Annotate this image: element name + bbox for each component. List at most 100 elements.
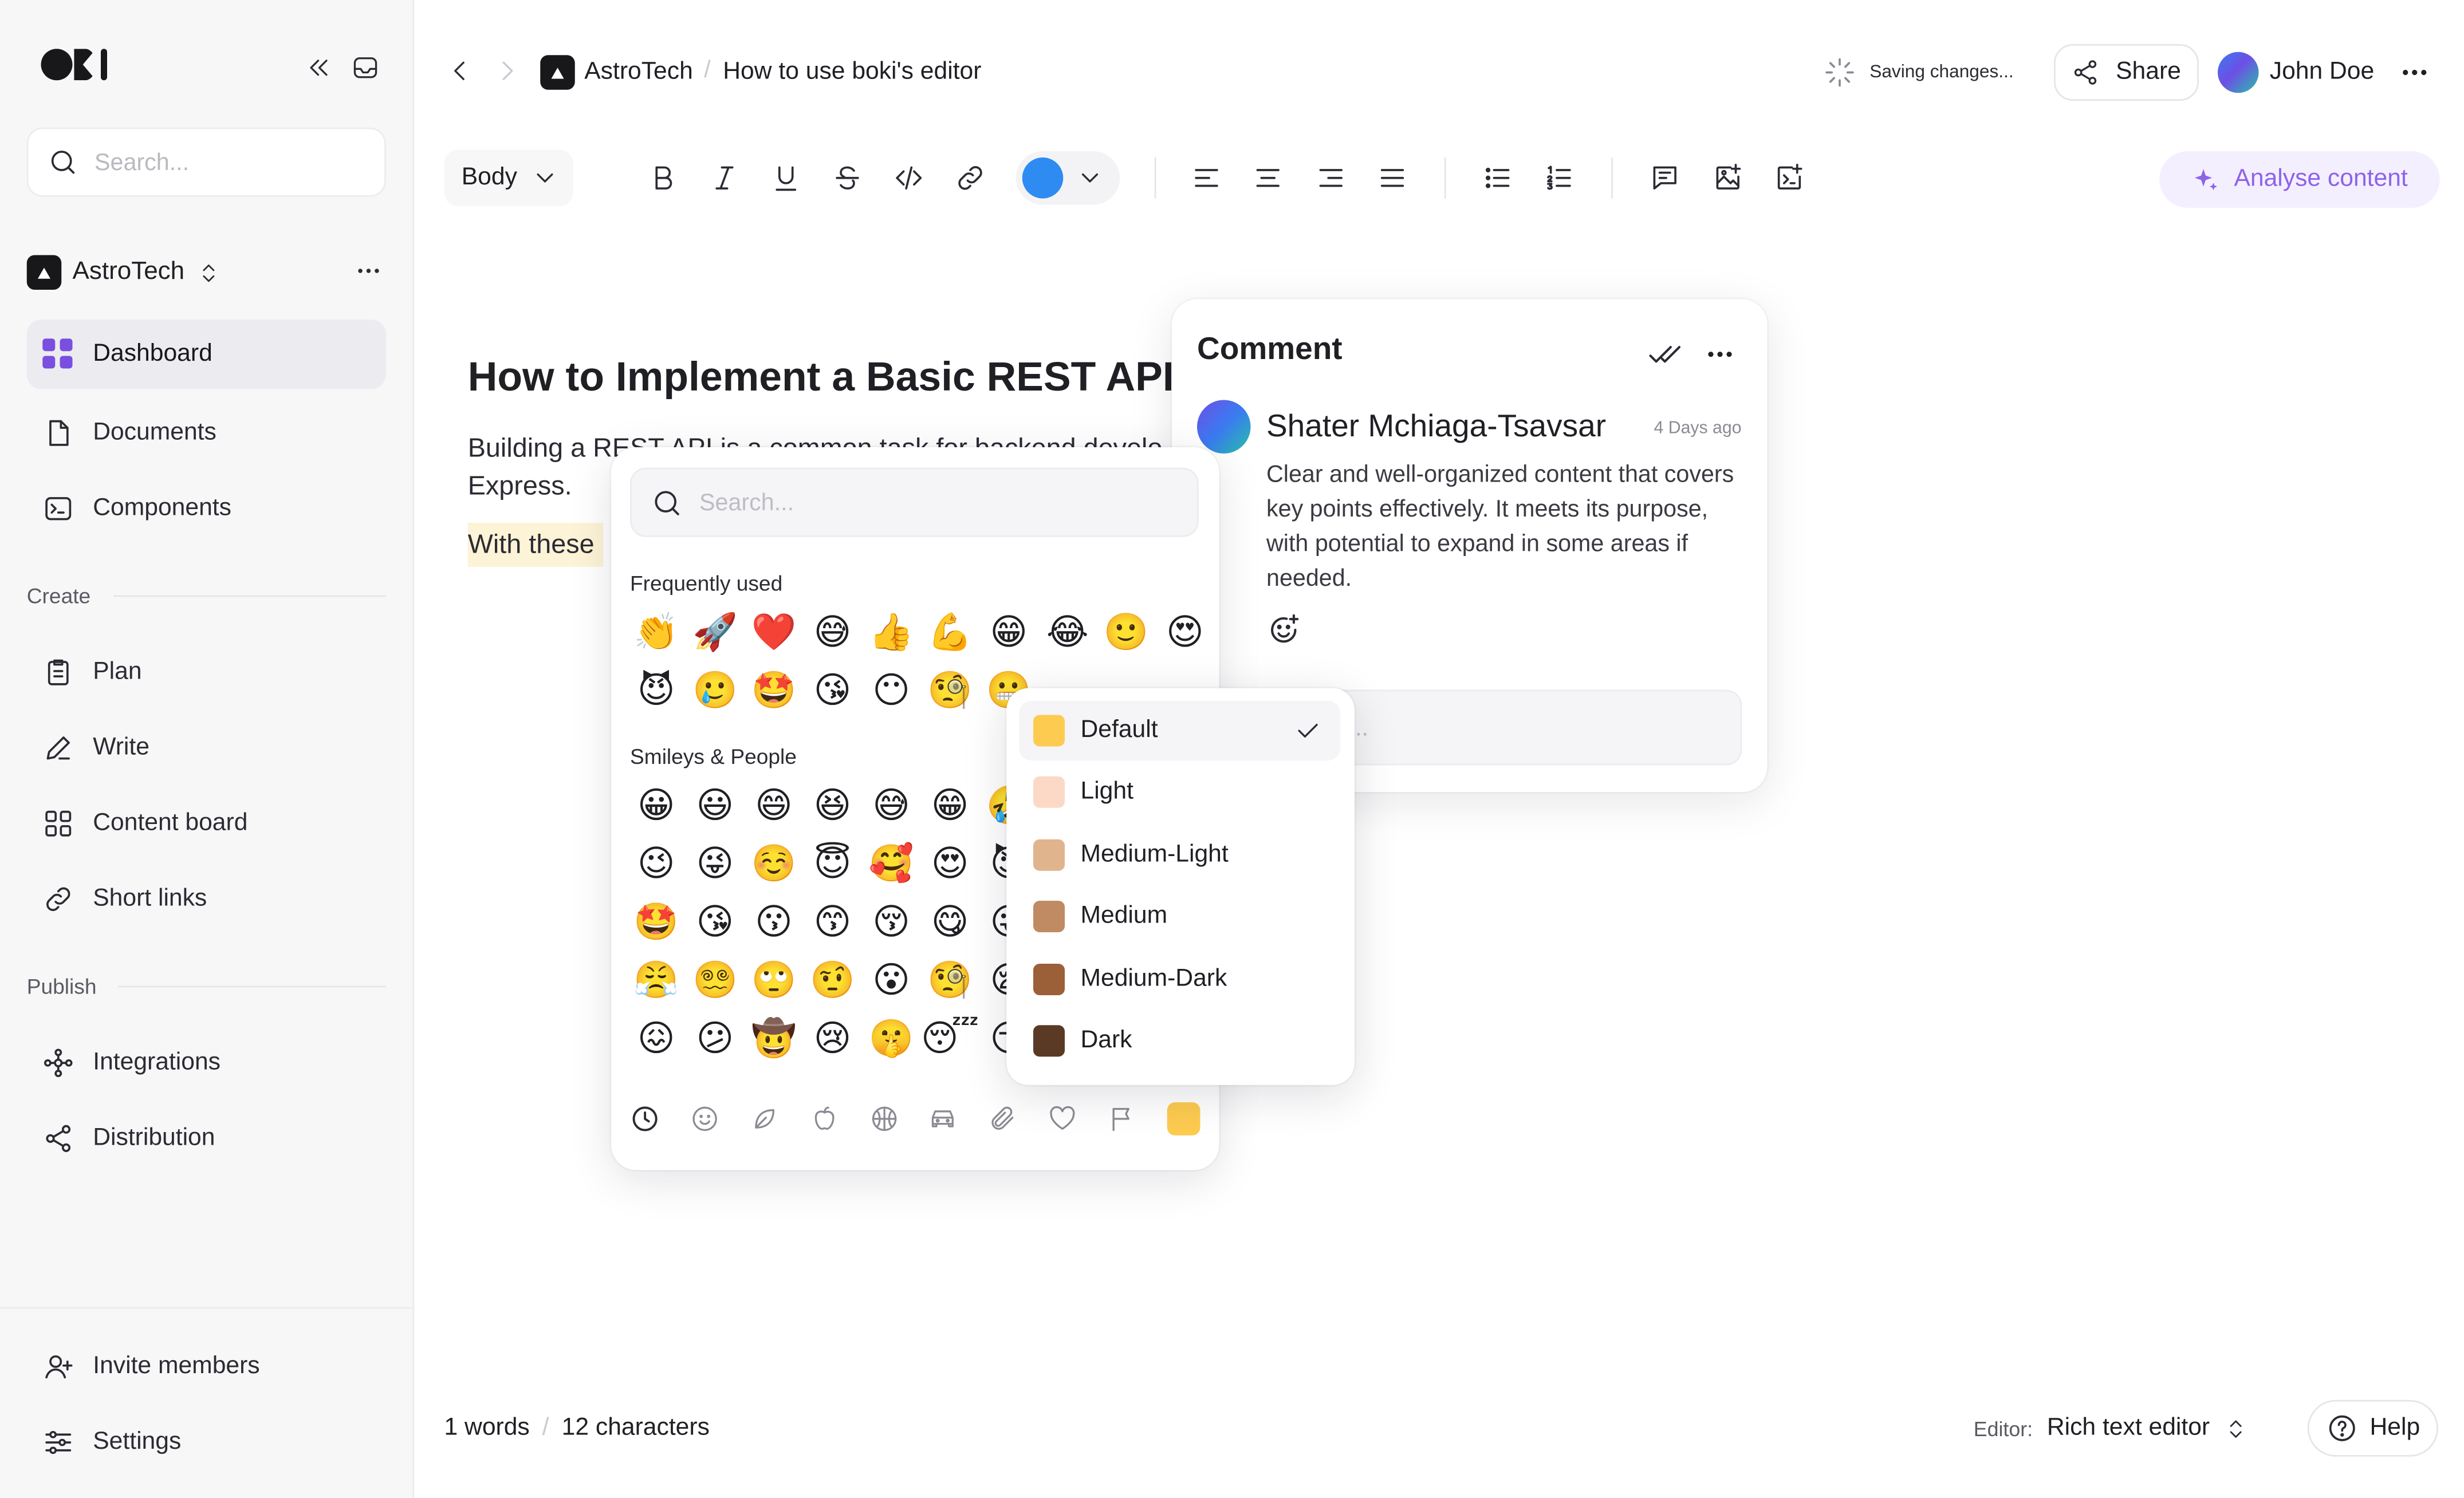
emoji-search[interactable] <box>630 467 1199 537</box>
emoji-button[interactable]: 😶 <box>862 661 921 720</box>
sidebar-item-invite-members[interactable]: Invite members <box>27 1333 386 1402</box>
emoji-button[interactable]: 😮 <box>862 951 921 1010</box>
emoji-button[interactable]: 😴 <box>920 1010 979 1068</box>
sidebar-item-settings[interactable]: Settings <box>27 1408 386 1477</box>
emoji-button[interactable]: 😍 <box>1156 603 1215 661</box>
emoji-button[interactable]: 😋 <box>920 893 979 951</box>
emoji-button[interactable]: 👏 <box>627 603 686 661</box>
emoji-button[interactable]: 😚 <box>862 893 921 951</box>
skin-tone-option[interactable]: Medium-Dark <box>1019 949 1340 1009</box>
italic-icon[interactable] <box>709 162 741 194</box>
emoji-button[interactable]: 😀 <box>627 776 686 835</box>
skin-tone-option[interactable]: Default <box>1019 700 1341 761</box>
emoji-search-input[interactable] <box>699 488 1140 516</box>
align-justify-icon[interactable] <box>1377 162 1408 194</box>
workspace-switcher[interactable]: AstroTech <box>26 252 386 293</box>
ball-icon[interactable] <box>869 1104 899 1134</box>
emoji-button[interactable]: 😙 <box>803 893 862 951</box>
emoji-button[interactable]: 😕 <box>686 1010 745 1068</box>
analyse-content-button[interactable]: Analyse content <box>2159 151 2440 208</box>
comment-icon[interactable] <box>1649 162 1680 194</box>
more-icon[interactable] <box>1705 338 1736 370</box>
sidebar-item-integrations[interactable]: Integrations <box>27 1028 386 1098</box>
car-icon[interactable] <box>928 1104 958 1134</box>
paperclip-icon[interactable] <box>988 1104 1018 1134</box>
emoji-button[interactable]: 🤩 <box>627 893 686 951</box>
help-button[interactable]: Help <box>2307 1400 2438 1457</box>
boki-logo[interactable] <box>41 49 107 81</box>
emoji-button[interactable]: 😢 <box>803 1010 862 1068</box>
skin-tone-button[interactable] <box>1167 1102 1200 1136</box>
apple-icon[interactable] <box>809 1104 839 1134</box>
emoji-button[interactable]: 🧐 <box>920 951 979 1010</box>
emoji-button[interactable]: 😄 <box>745 776 804 835</box>
emoji-button[interactable]: 😅 <box>862 776 921 835</box>
align-left-icon[interactable] <box>1191 162 1222 194</box>
add-reaction-icon[interactable] <box>1266 613 1301 648</box>
emoji-button[interactable]: 😘 <box>686 893 745 951</box>
sidebar-search[interactable] <box>26 127 386 197</box>
emoji-button[interactable]: 🥲 <box>686 661 745 720</box>
align-right-icon[interactable] <box>1315 162 1347 194</box>
emoji-button[interactable]: 😁 <box>979 603 1038 661</box>
skin-tone-option[interactable]: Medium <box>1019 887 1340 947</box>
back-icon[interactable] <box>446 57 474 85</box>
emoji-button[interactable]: 🤩 <box>745 661 804 720</box>
emoji-button[interactable]: 🚀 <box>686 603 745 661</box>
resolve-icon[interactable] <box>1648 337 1683 372</box>
clock-icon[interactable] <box>630 1104 660 1134</box>
emoji-button[interactable]: 😗 <box>745 893 804 951</box>
emoji-button[interactable]: 😆 <box>803 776 862 835</box>
emoji-button[interactable]: 🤫 <box>862 1010 921 1068</box>
emoji-button[interactable]: ☺️ <box>745 835 804 893</box>
breadcrumb-document[interactable]: How to use boki's editor <box>723 58 981 87</box>
document-title[interactable]: How to Implement a Basic REST API <box>468 353 1174 401</box>
emoji-button[interactable]: 😖 <box>627 1010 686 1068</box>
user-menu[interactable]: John Doe <box>2218 52 2374 93</box>
emoji-button[interactable]: 🙂 <box>1097 603 1156 661</box>
emoji-button[interactable]: 😁 <box>920 776 979 835</box>
sidebar-item-components[interactable]: Components <box>27 474 386 543</box>
code-icon[interactable] <box>893 162 924 194</box>
strikethrough-icon[interactable] <box>832 162 863 194</box>
emoji-button[interactable]: 🤨 <box>803 951 862 1010</box>
text-color-picker[interactable] <box>1015 151 1120 205</box>
leaf-icon[interactable] <box>749 1104 779 1134</box>
collapse-sidebar-icon[interactable] <box>304 54 333 82</box>
emoji-button[interactable]: 😅 <box>803 603 862 661</box>
more-icon[interactable] <box>2399 57 2430 88</box>
share-button[interactable]: Share <box>2054 44 2199 101</box>
emoji-button[interactable]: 😵‍💫 <box>686 951 745 1010</box>
link-icon[interactable] <box>955 162 986 194</box>
heart-icon[interactable] <box>1048 1104 1077 1134</box>
sidebar-item-content-board[interactable]: Content board <box>27 789 386 858</box>
emoji-button[interactable]: ❤️ <box>745 603 804 661</box>
emoji-button[interactable]: 😍 <box>920 835 979 893</box>
sidebar-item-write[interactable]: Write <box>27 713 386 783</box>
sidebar-item-short-links[interactable]: Short links <box>27 865 386 934</box>
sidebar-item-distribution[interactable]: Distribution <box>27 1104 386 1173</box>
emoji-button[interactable]: 😘 <box>803 661 862 720</box>
image-add-icon[interactable] <box>1712 162 1743 194</box>
emoji-button[interactable]: 😃 <box>686 776 745 835</box>
emoji-button[interactable]: 👍 <box>862 603 921 661</box>
skin-tone-option[interactable]: Medium-Light <box>1019 825 1340 885</box>
breadcrumb-workspace[interactable]: AstroTech <box>584 58 693 87</box>
block-type-select[interactable]: Body <box>444 149 573 207</box>
emoji-button[interactable]: 🧐 <box>920 661 979 720</box>
underline-icon[interactable] <box>770 162 802 194</box>
emoji-button[interactable]: 🙄 <box>745 951 804 1010</box>
terminal-add-icon[interactable] <box>1774 162 1805 194</box>
bullet-list-icon[interactable] <box>1482 162 1514 194</box>
inbox-icon[interactable] <box>351 54 380 82</box>
sidebar-item-documents[interactable]: Documents <box>27 399 386 468</box>
forward-icon[interactable] <box>493 57 522 85</box>
emoji-button[interactable]: 😜 <box>686 835 745 893</box>
sidebar-search-input[interactable] <box>95 148 331 176</box>
skin-tone-option[interactable]: Light <box>1019 763 1340 823</box>
bold-icon[interactable] <box>647 162 679 194</box>
sidebar-item-plan[interactable]: Plan <box>27 638 386 707</box>
flag-icon[interactable] <box>1107 1104 1137 1134</box>
emoji-button[interactable]: 😂 <box>1038 603 1097 661</box>
emoji-button[interactable]: 🥰 <box>862 835 921 893</box>
